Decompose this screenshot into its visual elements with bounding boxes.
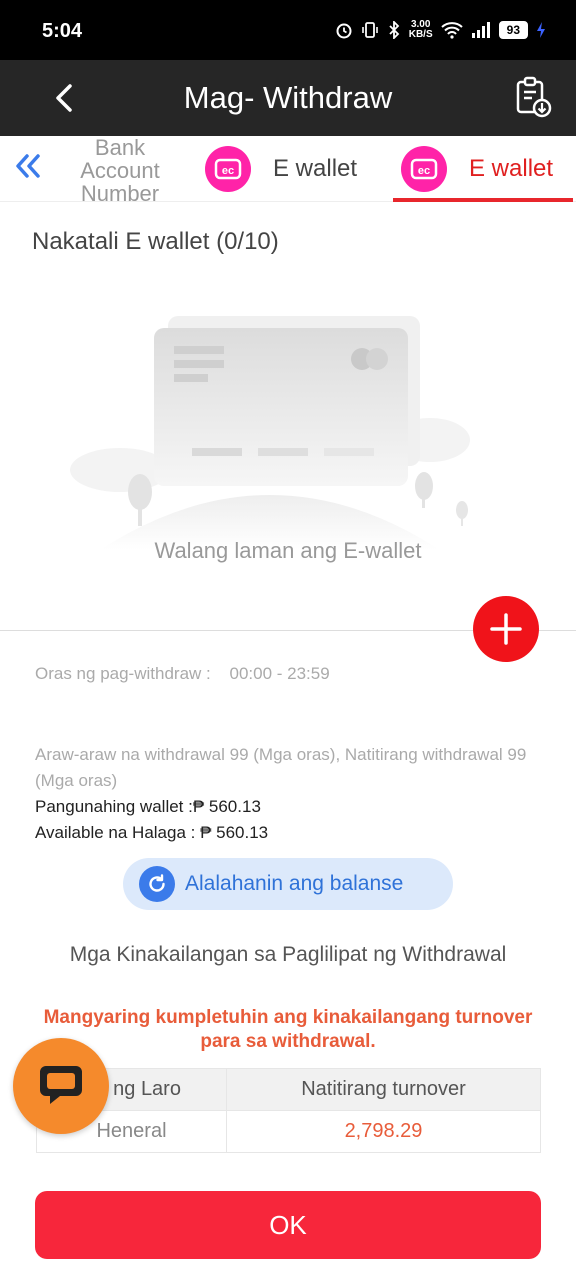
add-ewallet-button[interactable]	[473, 596, 539, 662]
ewallet-icon: ec	[205, 146, 251, 192]
tab-ewallet-2-label: E wallet	[469, 155, 554, 182]
withdraw-hours-value: 00:00 - 23:59	[229, 664, 330, 683]
main-wallet-balance: Pangunahing wallet :₱ 560.13	[35, 797, 261, 816]
table-header-row: Uri ng Laro Natitirang turnover	[36, 1068, 541, 1111]
app-header: Mag- Withdraw	[0, 60, 576, 136]
turnover-table: Uri ng Laro Natitirang turnover Heneral …	[36, 1068, 541, 1153]
net-speed: 3.00 KB/S	[409, 20, 433, 40]
tab-ewallet-1[interactable]: ec E wallet	[205, 146, 357, 192]
status-bar: 5:04 3.00 KB/S 93	[0, 0, 576, 60]
refresh-icon	[139, 866, 175, 902]
column-header-remaining-turnover: Natitirang turnover	[226, 1068, 541, 1111]
vibrate-icon	[361, 22, 378, 38]
ewallet-icon: ec	[401, 146, 447, 192]
refresh-balance-button[interactable]: Alalahanin ang balanse	[123, 858, 453, 910]
bluetooth-icon	[389, 21, 400, 39]
plus-icon	[490, 613, 522, 645]
status-icons: 3.00 KB/S 93	[335, 20, 546, 40]
empty-state-text: Walang laman ang E-wallet	[154, 538, 422, 563]
live-chat-button[interactable]	[13, 1038, 109, 1134]
ewallet-icon-text: ec	[222, 165, 234, 177]
turnover-warning: Mangyaring kumpletuhin ang kinakailangan…	[43, 1007, 533, 1052]
active-tab-indicator	[393, 198, 573, 202]
ok-button[interactable]: OK	[35, 1191, 541, 1259]
double-chevron-left-icon[interactable]	[12, 150, 44, 182]
chat-icon	[40, 1066, 82, 1104]
ewallet-icon-text: ec	[418, 165, 430, 177]
signal-icon	[471, 22, 490, 38]
withdraw-record-button[interactable]	[514, 76, 554, 120]
withdraw-info: Araw-araw na withdrawal 99 (Mga oras), N…	[35, 742, 535, 846]
refresh-balance-label: Alalahanin ang balanse	[185, 872, 404, 895]
requirements-title: Mga Kinakailangan sa Paglilipat ng Withd…	[69, 943, 507, 966]
available-amount: Available na Halaga : ₱ 560.13	[35, 823, 269, 842]
withdraw-hours: Oras ng pag-withdraw : 00:00 - 23:59	[35, 664, 330, 684]
charging-icon	[537, 22, 545, 38]
clipboard-download-icon	[516, 76, 552, 118]
saved-ewallet-count: Nakatali E wallet (0/10)	[32, 228, 279, 255]
net-speed-unit: KB/S	[408, 29, 433, 40]
tab-bank-account[interactable]: Bank Account Number	[60, 136, 180, 205]
table-row: Heneral 2,798.29	[36, 1110, 541, 1153]
tab-ewallet-2-active[interactable]: ec E wallet	[401, 146, 553, 192]
withdraw-hours-label: Oras ng pag-withdraw :	[35, 664, 211, 683]
daily-withdraw-limit: Araw-araw na withdrawal 99 (Mga oras), N…	[35, 745, 527, 790]
alarm-icon	[336, 23, 352, 39]
page-title: Mag- Withdraw	[183, 80, 393, 115]
wifi-icon	[440, 22, 463, 39]
battery-level: 93	[498, 21, 528, 39]
tab-ewallet-1-label: E wallet	[273, 155, 358, 182]
cell-remaining-turnover: 2,798.29	[226, 1110, 541, 1153]
empty-card-illustration	[70, 316, 470, 550]
payment-method-tabs: Bank Account Number ec E wallet ec E wal…	[0, 136, 576, 205]
status-time: 5:04	[42, 20, 83, 42]
